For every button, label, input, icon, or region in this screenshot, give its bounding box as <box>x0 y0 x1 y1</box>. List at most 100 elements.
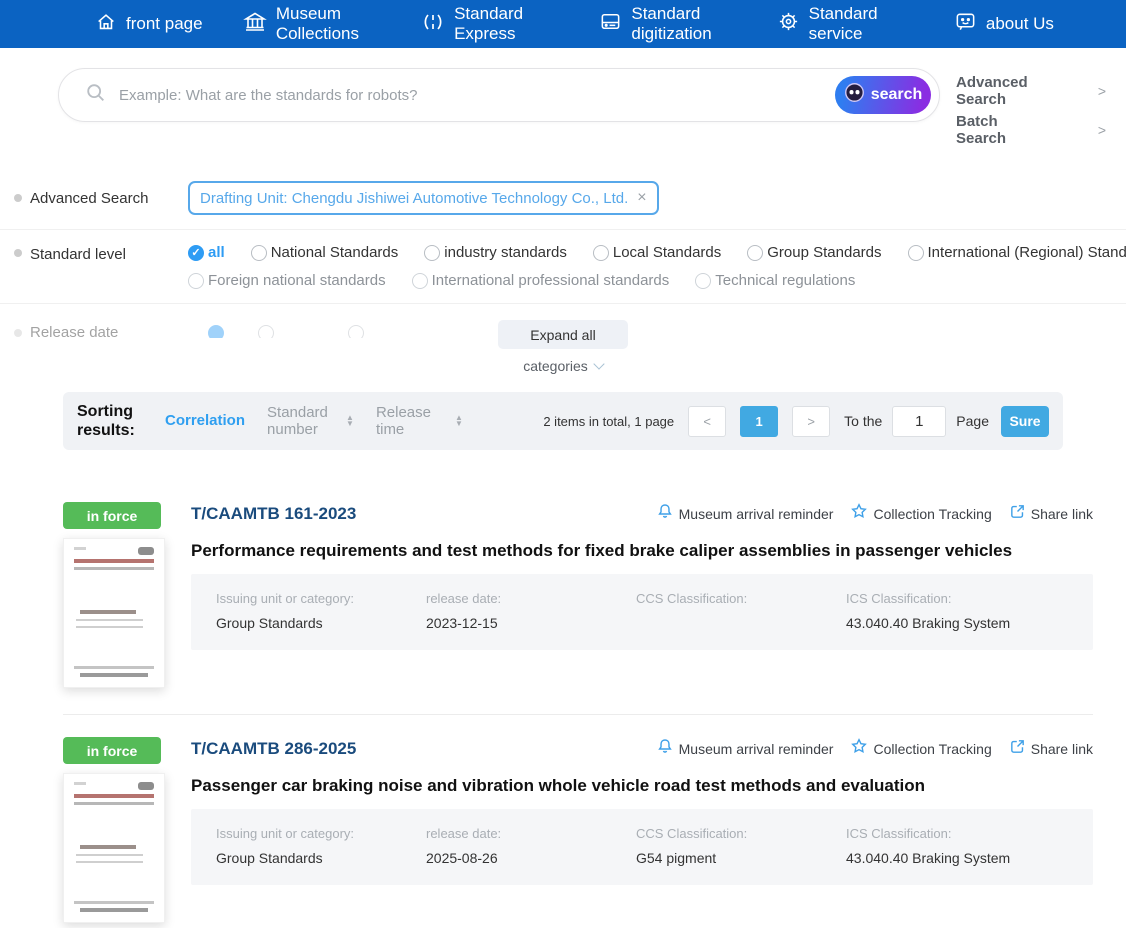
filter-tag-text: Drafting Unit: Chengdu Jishiwei Automoti… <box>200 189 629 207</box>
result-right-column: T/CAAMTB 161-2023 Museum arrival reminde… <box>191 502 1093 688</box>
standard-level-row-2: Foreign national standards International… <box>188 272 1126 289</box>
result-actions: Museum arrival reminder Collection Track… <box>656 737 1093 760</box>
radio-technical-regulations[interactable]: Technical regulations <box>695 272 855 289</box>
result-actions: Museum arrival reminder Collection Track… <box>656 502 1093 525</box>
result-header: T/CAAMTB 286-2025 Museum arrival reminde… <box>191 737 1093 760</box>
share-link-action[interactable]: Share link <box>1009 503 1093 525</box>
museum-arrival-reminder-action[interactable]: Museum arrival reminder <box>656 502 833 525</box>
standard-cover-thumbnail[interactable] <box>63 538 165 688</box>
detail-label: ICS Classification: <box>846 591 952 606</box>
chevron-right-icon: > <box>1097 121 1106 138</box>
sort-tab-label: Standard number <box>267 403 328 438</box>
radio-circle-icon <box>208 324 224 338</box>
radio-international-regional-standards[interactable]: International (Regional) Standards <box>907 244 1126 261</box>
action-label: Share link <box>1030 740 1093 757</box>
top-navigation: front page Museum Collections Standard E… <box>0 0 1126 48</box>
detail-value: 2025-08-26 <box>426 850 498 866</box>
detail-label: CCS Classification: <box>636 591 748 606</box>
nav-item-front-page[interactable]: front page <box>95 11 203 38</box>
result-right-column: T/CAAMTB 286-2025 Museum arrival reminde… <box>191 737 1093 923</box>
close-icon[interactable]: × <box>637 189 646 207</box>
radio-release-date-option[interactable] <box>348 324 364 338</box>
advanced-search-filter-label: Advanced Search <box>30 189 149 207</box>
sort-tab-release-time[interactable]: Release time ▲ ▼ <box>376 404 463 439</box>
nav-item-label: Standard service <box>808 4 878 43</box>
sort-tab-label: Correlation <box>165 412 246 430</box>
chevron-right-icon: > <box>1097 83 1106 100</box>
radio-foreign-national-standards[interactable]: Foreign national standards <box>188 272 386 289</box>
radio-release-date-option[interactable] <box>258 324 274 338</box>
standard-title-link[interactable]: Performance requirements and test method… <box>191 541 1093 561</box>
expand-all-button[interactable]: Expand all <box>498 320 628 349</box>
radio-circle-icon <box>695 272 712 289</box>
radio-label: Local Standards <box>612 244 722 261</box>
detail-cell: Issuing unit or category: Group Standard… <box>216 591 426 631</box>
standard-cover-thumbnail[interactable] <box>63 773 165 923</box>
radio-all[interactable]: ✓ all <box>188 244 225 261</box>
detail-cell: Issuing unit or category: Group Standard… <box>216 826 426 866</box>
pagination-prev-button[interactable]: < <box>688 405 727 437</box>
star-icon <box>850 737 868 760</box>
categories-toggle[interactable]: categories <box>0 358 1126 374</box>
standard-number-link[interactable]: T/CAAMTB 286-2025 <box>191 739 356 759</box>
search-button[interactable]: search <box>835 76 931 114</box>
bullet-dot-icon <box>14 249 22 257</box>
detail-label: release date: <box>426 826 502 841</box>
standard-title-link[interactable]: Passenger car braking noise and vibratio… <box>191 776 1093 796</box>
bell-icon <box>656 737 674 760</box>
radio-label: National Standards <box>270 244 399 261</box>
result-header: T/CAAMTB 161-2023 Museum arrival reminde… <box>191 502 1093 525</box>
detail-value: Group Standards <box>216 850 323 866</box>
detail-label: CCS Classification: <box>636 826 748 841</box>
radio-release-date-all[interactable] <box>208 324 224 338</box>
detail-value: Group Standards <box>216 615 323 631</box>
expand-area: Release date Expand all categories <box>0 320 1126 386</box>
goto-confirm-button[interactable]: Sure <box>1001 405 1049 437</box>
sort-tab-standard-number[interactable]: Standard number ▲ ▼ <box>267 404 354 439</box>
goto-page-input[interactable] <box>892 405 947 437</box>
chat-smile-icon <box>954 10 977 38</box>
search-input[interactable] <box>119 86 835 104</box>
radio-national-standards[interactable]: National Standards <box>250 244 399 261</box>
star-icon <box>850 502 868 525</box>
robot-icon <box>844 82 865 108</box>
sort-tab-label: Release time <box>375 403 431 438</box>
nav-item-about-us[interactable]: about Us <box>954 10 1054 38</box>
advanced-search-link[interactable]: Advanced Search > <box>956 74 1106 109</box>
standard-detail-box: Issuing unit or category: Group Standard… <box>191 809 1093 885</box>
standard-number-link[interactable]: T/CAAMTB 161-2023 <box>191 504 356 524</box>
nav-item-label: Standard Express <box>454 4 524 43</box>
radio-industry-standards[interactable]: industry standards <box>424 244 567 261</box>
sort-tab-correlation[interactable]: Correlation <box>165 412 245 429</box>
radio-international-professional-standards[interactable]: International professional standards <box>411 272 669 289</box>
nav-item-museum-collections[interactable]: Museum Collections <box>242 4 381 43</box>
nav-item-standard-digitization[interactable]: Standard digitization <box>599 4 736 43</box>
detail-value: G54 pigment <box>636 850 717 866</box>
pagination-page-1-button[interactable]: 1 <box>740 405 779 437</box>
nav-item-standard-express[interactable]: Standard Express <box>421 4 559 43</box>
collection-tracking-action[interactable]: Collection Tracking <box>850 502 992 525</box>
radio-circle-icon <box>250 244 267 261</box>
radio-local-standards[interactable]: Local Standards <box>592 244 722 261</box>
radio-group-standards[interactable]: Group Standards <box>747 244 882 261</box>
sorting-results-label: Sorting results: <box>77 402 135 439</box>
result-left-column: in force <box>63 502 165 688</box>
share-link-action[interactable]: Share link <box>1009 738 1093 760</box>
standard-level-row-1: ✓ all National Standards industry standar… <box>188 244 1126 261</box>
collection-tracking-action[interactable]: Collection Tracking <box>850 737 992 760</box>
pagination-next-button[interactable]: > <box>792 405 831 437</box>
detail-label: Issuing unit or category: <box>216 591 355 606</box>
nav-item-label: Museum Collections <box>275 4 359 43</box>
standard-level-filter-row: Standard level ✓ all National Standards i… <box>0 244 1126 289</box>
standard-level-options: ✓ all National Standards industry standar… <box>188 244 1126 289</box>
radio-label: all <box>208 244 225 261</box>
share-icon <box>1009 738 1026 760</box>
museum-arrival-reminder-action[interactable]: Museum arrival reminder <box>656 737 833 760</box>
search-section: search Advanced Search > Batch Search > <box>0 48 1126 151</box>
nav-item-standard-service[interactable]: Standard service <box>777 4 914 43</box>
museum-icon <box>242 10 267 39</box>
action-label: Collection Tracking <box>873 505 992 522</box>
detail-label: Issuing unit or category: <box>216 826 355 841</box>
sort-arrows-icon: ▲ ▼ <box>346 412 354 428</box>
batch-search-link[interactable]: Batch Search > <box>956 113 1106 148</box>
